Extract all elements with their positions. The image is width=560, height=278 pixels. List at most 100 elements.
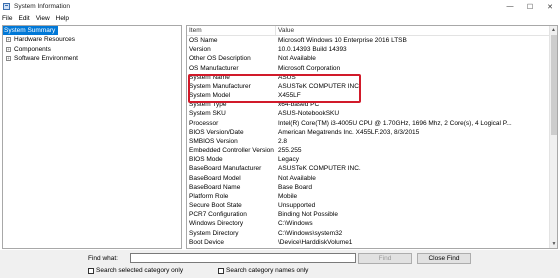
row-item-cell: Embedded Controller Version [189, 147, 274, 155]
menu-help[interactable]: Help [56, 15, 69, 22]
category-tree[interactable]: System Summary + Hardware Resources + Co… [2, 25, 182, 249]
system-info-icon [3, 3, 10, 10]
table-row[interactable]: Embedded Controller Version 255.255 [187, 146, 557, 155]
table-row[interactable]: Secure Boot State Unsupported [187, 201, 557, 210]
scroll-thumb[interactable] [551, 35, 557, 135]
vertical-scrollbar[interactable]: ▲ ▼ [549, 26, 557, 248]
search-selected-category-checkbox[interactable]: Search selected category only [88, 267, 183, 274]
row-value-cell: 10.0.14393 Build 14393 [278, 46, 347, 54]
checkbox-box[interactable] [88, 267, 94, 274]
row-value-cell: ASUS-NotebookSKU [278, 110, 340, 118]
table-row[interactable]: BIOS Version/Date American Megatrends Inc… [187, 128, 557, 137]
tree-item-label: Components [14, 45, 51, 53]
column-header-item[interactable]: Item [187, 26, 276, 36]
expand-icon[interactable]: + [6, 46, 11, 52]
table-row[interactable]: Boot Device \Device\HarddiskVolume1 [187, 238, 557, 247]
row-value-cell: Intel(R) Core(TM) i3-4005U CPU @ 1.70GHz… [278, 119, 512, 127]
tree-item-system-summary[interactable]: System Summary [3, 26, 58, 36]
title-bar: System Information — ☐ ✕ [0, 0, 560, 13]
find-button[interactable]: Find [358, 253, 412, 264]
menu-edit[interactable]: Edit [18, 15, 29, 22]
table-row[interactable]: OS Name Microsoft Windows 10 Enterprise 2… [187, 36, 557, 45]
row-value-cell: Microsoft Windows 10 Enterprise 2016 LTS… [278, 37, 407, 44]
row-item-cell: Other OS Description [189, 55, 251, 63]
highlight-box [188, 74, 361, 103]
scroll-up-icon[interactable]: ▲ [550, 26, 557, 34]
table-row[interactable]: System Directory C:\Windows\system32 [187, 229, 557, 238]
table-row[interactable]: Windows Directory C:\Windows [187, 219, 557, 228]
checkbox-box[interactable] [218, 267, 224, 274]
tree-item-software-environment[interactable]: + Software Environment [3, 54, 181, 63]
row-value-cell: American Megatrends Inc. X455LF.203, 8/3… [278, 128, 420, 136]
window-title: System Information [14, 3, 70, 10]
row-item-cell: BIOS Mode [189, 156, 223, 164]
table-row[interactable]: Other OS Description Not Available [187, 54, 557, 63]
row-value-cell: 255.255 [278, 147, 302, 155]
row-item-cell: OS Manufacturer [189, 64, 239, 72]
row-value-cell: ASUSTeK COMPUTER INC. [278, 165, 361, 173]
row-item-cell: Windows Directory [189, 220, 244, 228]
column-header-value[interactable]: Value [276, 26, 557, 36]
expand-icon[interactable]: + [6, 56, 11, 62]
close-find-button[interactable]: Close Find [417, 253, 471, 264]
tree-item-label: Hardware Resources [14, 36, 76, 44]
table-row[interactable]: Processor Intel(R) Core(TM) i3-4005U CPU … [187, 119, 557, 128]
menu-bar: File Edit View Help [0, 13, 560, 24]
table-row[interactable]: BaseBoard Manufacturer ASUSTeK COMPUTER I… [187, 164, 557, 173]
row-item-cell: SMBIOS Version [189, 137, 238, 145]
row-value-cell: Not Available [278, 55, 316, 63]
list-rows: OS Name Microsoft Windows 10 Enterprise 2… [187, 36, 557, 247]
window-controls: — ☐ ✕ [500, 0, 560, 13]
checkbox-label: Search category names only [226, 267, 309, 274]
close-window-button[interactable]: ✕ [540, 0, 560, 13]
table-row[interactable]: Version 10.0.14393 Build 14393 [187, 45, 557, 54]
row-item-cell: Version [189, 46, 211, 54]
row-item-cell: Secure Boot State [189, 202, 242, 210]
row-item-cell: BaseBoard Manufacturer [189, 165, 262, 173]
row-item-cell: Platform Role [189, 192, 229, 200]
table-row[interactable]: OS Manufacturer Microsoft Corporation [187, 64, 557, 73]
tree-item-label: Software Environment [14, 54, 78, 62]
row-value-cell: C:\Windows\system32 [278, 229, 343, 237]
row-value-cell: Binding Not Possible [278, 211, 338, 219]
table-row[interactable]: System SKU ASUS-NotebookSKU [187, 109, 557, 118]
menu-view[interactable]: View [36, 15, 50, 22]
table-row[interactable]: SMBIOS Version 2.8 [187, 137, 557, 146]
find-what-input[interactable] [130, 253, 356, 263]
row-value-cell: Legacy [278, 156, 299, 164]
row-item-cell: Boot Device [189, 238, 225, 246]
row-value-cell: Unsupported [278, 202, 316, 210]
row-item-cell: BaseBoard Model [189, 174, 241, 182]
row-item-cell: Processor [189, 119, 219, 127]
row-item-cell: BaseBoard Name [189, 183, 241, 191]
row-item-cell: System Directory [189, 229, 239, 237]
row-value-cell: Base Board [278, 183, 312, 191]
row-item-cell: PCR7 Configuration [189, 211, 247, 219]
row-value-cell: Mobile [278, 192, 298, 200]
tree-item-hardware-resources[interactable]: + Hardware Resources [3, 35, 181, 44]
menu-file[interactable]: File [2, 15, 12, 22]
minimize-button[interactable]: — [500, 0, 520, 13]
find-bar: Find what: Find Close Find Search select… [0, 250, 560, 278]
find-what-label: Find what: [88, 255, 118, 262]
row-value-cell: 2.8 [278, 137, 288, 145]
maximize-button[interactable]: ☐ [520, 0, 540, 13]
search-category-names-checkbox[interactable]: Search category names only [218, 267, 308, 274]
details-list[interactable]: Item Value OS Name Microsoft Windows 10 E… [186, 25, 558, 249]
expand-icon[interactable]: + [6, 37, 11, 43]
list-header: Item Value [187, 26, 557, 36]
table-row[interactable]: BIOS Mode Legacy [187, 155, 557, 164]
row-value-cell: Microsoft Corporation [278, 64, 341, 72]
table-row[interactable]: BaseBoard Name Base Board [187, 183, 557, 192]
table-row[interactable]: BaseBoard Model Not Available [187, 174, 557, 183]
row-value-cell: \Device\HarddiskVolume1 [278, 238, 353, 246]
row-item-cell: System SKU [189, 110, 226, 118]
scroll-down-icon[interactable]: ▼ [550, 240, 557, 248]
table-row[interactable]: Platform Role Mobile [187, 192, 557, 201]
row-value-cell: C:\Windows [278, 220, 313, 228]
tree-item-components[interactable]: + Components [3, 45, 181, 54]
table-row[interactable]: PCR7 Configuration Binding Not Possible [187, 210, 557, 219]
row-item-cell: BIOS Version/Date [189, 128, 244, 136]
row-item-cell: OS Name [189, 37, 218, 44]
checkbox-label: Search selected category only [96, 267, 184, 274]
